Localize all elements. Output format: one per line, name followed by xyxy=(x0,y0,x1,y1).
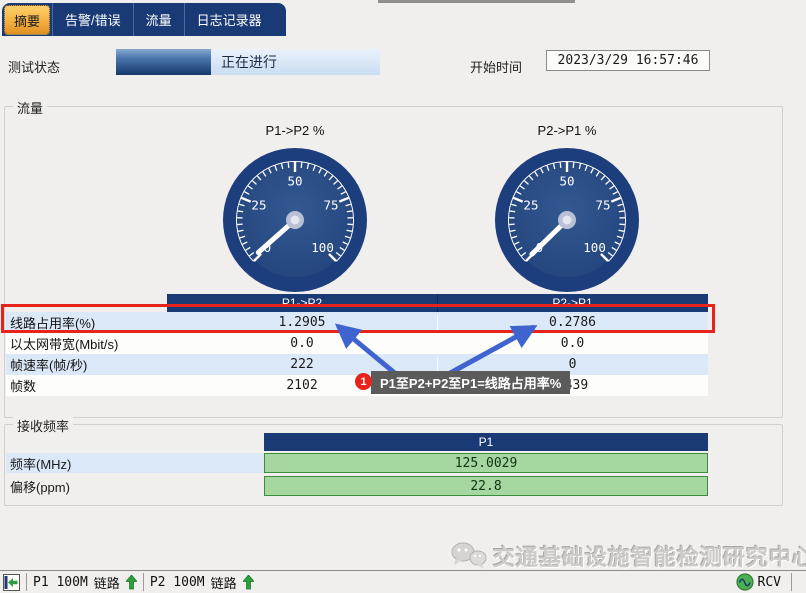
port2-link-label: 链路 xyxy=(210,575,237,591)
annotation-tooltip: P1至P2+P2至P1=线路占用率% xyxy=(371,371,571,394)
test-status-value: 正在进行 xyxy=(221,54,277,70)
link-up-arrow-icon xyxy=(242,574,254,589)
column-header-p1: P1 xyxy=(264,433,708,451)
tab-alarms-errors[interactable]: 告警/错误 xyxy=(52,3,133,36)
progress-remaining: 正在进行 xyxy=(211,49,380,75)
row-label: 频率(MHz) xyxy=(6,453,264,473)
cell-value: 0 xyxy=(568,357,577,372)
port2-speed: P2 100M xyxy=(149,574,205,590)
test-status-label: 测试状态 xyxy=(8,60,61,75)
chat-bubbles-icon xyxy=(451,542,487,569)
svg-text:100: 100 xyxy=(583,240,606,255)
rcv-label: RCV xyxy=(757,574,781,590)
rcv-waveform-icon xyxy=(735,573,754,591)
gauge-p1-p2: 0255075100 xyxy=(223,148,367,292)
watermark-text: 交通基础设施智能检测研究中心 xyxy=(493,545,806,570)
port1-link-label: 链路 xyxy=(93,575,120,591)
cell-value: 0.2786 xyxy=(549,315,596,330)
traffic-section-legend: 流量 xyxy=(13,98,48,117)
rcv-status: RCV xyxy=(735,573,781,591)
row-label: 以太网带宽(Mbit/s) xyxy=(10,337,119,352)
row-label: 线路占用率(%) xyxy=(10,316,96,331)
table-row-frequency: 频率(MHz) 125.0029 xyxy=(6,452,711,474)
svg-text:50: 50 xyxy=(559,174,574,189)
cell-value-green: 125.0029 xyxy=(264,453,708,473)
svg-text:50: 50 xyxy=(287,174,302,189)
column-header-p2-p1: P2->P1 xyxy=(552,296,593,310)
port1-speed: P1 100M xyxy=(33,574,88,590)
annotation-badge: 1 xyxy=(355,373,372,390)
separator xyxy=(26,573,27,591)
cell-value-green: 22.8 xyxy=(264,476,708,496)
link-up-arrow-icon xyxy=(125,574,137,589)
watermark: 交通基础设施智能检测研究中心 xyxy=(450,540,806,572)
test-progress-bar: 正在进行 xyxy=(116,49,380,75)
tab-traffic[interactable]: 流量 xyxy=(132,3,184,36)
start-time-value: 2023/3/29 16:57:46 xyxy=(546,50,710,71)
progress-filled xyxy=(116,49,211,75)
row-label: 偏移(ppm) xyxy=(10,479,70,495)
row-label: 帧速率(帧/秒) xyxy=(10,358,88,373)
window-top-edge xyxy=(378,0,575,3)
separator xyxy=(791,573,792,591)
table-row-line-utilization: 线路占用率(%) 1.2905 0.2786 xyxy=(6,312,708,333)
svg-text:75: 75 xyxy=(324,198,339,213)
svg-text:25: 25 xyxy=(251,198,266,213)
gauge-title-p1-p2: P1->P2 % xyxy=(265,123,325,138)
gauge-title-p2-p1: P2->P1 % xyxy=(537,123,597,138)
table-row-offset: 偏移(ppm) 22.8 xyxy=(6,475,711,497)
start-time-label: 开始时间 xyxy=(470,60,523,75)
cell-value: 0.0 xyxy=(167,336,438,351)
tab-summary[interactable]: 摘要 xyxy=(4,5,51,35)
tab-bar: 摘要 告警/错误 流量 日志记录器 xyxy=(2,3,286,36)
table-row-frame-rate: 帧速率(帧/秒) 222 0 xyxy=(6,354,708,375)
column-header-p1-p2: P1->P2 xyxy=(167,294,438,312)
svg-text:75: 75 xyxy=(596,198,611,213)
rx-frequency-table: P1 频率(MHz) 125.0029 偏移(ppm) 22.8 xyxy=(6,433,711,497)
network-interface-icon xyxy=(3,573,20,591)
svg-text:25: 25 xyxy=(523,198,538,213)
rx-frequency-section: 接收频率 P1 频率(MHz) 125.0029 偏移(ppm) 22.8 xyxy=(4,416,783,506)
status-bar: P1 100M 链路 P2 100M 链路 RCV xyxy=(0,570,806,593)
port1-link-status: P1 100M 链路 xyxy=(33,573,137,592)
port2-link-status: P2 100M 链路 xyxy=(150,573,254,592)
separator xyxy=(142,573,144,591)
cell-value: 222 xyxy=(167,357,438,372)
row-label: 帧数 xyxy=(10,379,37,394)
cell-value: 0.0 xyxy=(560,336,585,351)
tab-logger[interactable]: 日志记录器 xyxy=(183,3,274,36)
svg-text:100: 100 xyxy=(311,240,334,255)
cell-value: 1.2905 xyxy=(167,315,438,330)
gauge-p2-p1: 0255075100 xyxy=(495,148,639,292)
traffic-table-header: P1->P2 P2->P1 xyxy=(167,294,708,312)
table-row-ethernet-bandwidth: 以太网带宽(Mbit/s) 0.0 0.0 xyxy=(6,333,708,354)
